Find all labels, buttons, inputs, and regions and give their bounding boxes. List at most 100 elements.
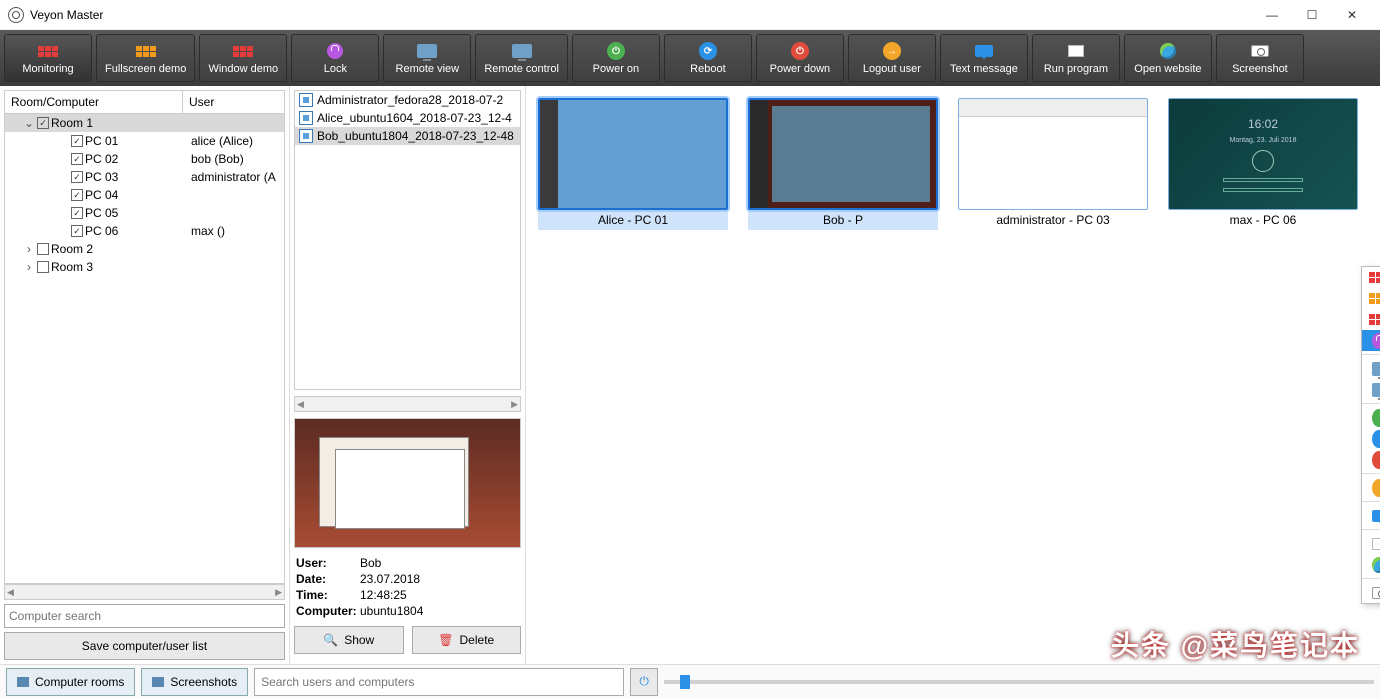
app-icon bbox=[8, 7, 24, 23]
lock-icon bbox=[324, 41, 346, 61]
tree-label: Room 2 bbox=[51, 242, 93, 256]
ctx-logout-user[interactable]: Logout user bbox=[1362, 477, 1380, 498]
global-search-input[interactable] bbox=[254, 668, 624, 696]
filelist-scroll-x[interactable]: ◀▶ bbox=[294, 396, 521, 412]
tree-row[interactable]: › Room 3 bbox=[5, 258, 284, 276]
computer-thumb[interactable]: Alice - PC 01 bbox=[538, 98, 728, 230]
checkbox[interactable]: ✓ bbox=[37, 117, 49, 129]
thumb-image[interactable] bbox=[958, 98, 1148, 210]
ctx-reboot[interactable]: Reboot bbox=[1362, 428, 1380, 449]
tree-label: PC 05 bbox=[85, 206, 118, 220]
separator bbox=[1362, 578, 1380, 579]
expander-icon[interactable]: › bbox=[23, 260, 35, 274]
delete-button[interactable]: 🗑Delete bbox=[412, 626, 522, 654]
checkbox[interactable]: ✓ bbox=[71, 171, 83, 183]
tool-fullscreen-demo[interactable]: Fullscreen demo bbox=[96, 34, 195, 82]
zoom-slider[interactable] bbox=[664, 680, 1374, 684]
camera-icon bbox=[152, 677, 164, 687]
checkbox[interactable] bbox=[37, 261, 49, 273]
thumb-image[interactable] bbox=[748, 98, 938, 210]
room-computer-panel: Room/Computer User ⌄ ✓ Room 1 ✓ PC 01 al… bbox=[0, 86, 290, 664]
tool-screenshot[interactable]: Screenshot bbox=[1216, 34, 1304, 82]
tiles-icon bbox=[1372, 292, 1380, 306]
search-icon: 🔍 bbox=[323, 633, 338, 647]
computer-search-input[interactable] bbox=[4, 604, 285, 628]
tree-row[interactable]: ✓ PC 05 bbox=[5, 204, 284, 222]
computer-thumb[interactable]: Bob - P bbox=[748, 98, 938, 230]
lock-icon bbox=[1372, 334, 1380, 348]
ctx-power-down[interactable]: Power down bbox=[1362, 449, 1380, 470]
ctx-screenshot[interactable]: Screenshot bbox=[1362, 582, 1380, 603]
tool-power-down[interactable]: ⏻Power down bbox=[756, 34, 844, 82]
thumb-image[interactable]: 16:02Montag, 23. Juli 2018 bbox=[1168, 98, 1358, 210]
tree-row[interactable]: ✓ PC 04 bbox=[5, 186, 284, 204]
save-list-button[interactable]: Save computer/user list bbox=[4, 632, 285, 660]
tree-label: Room 1 bbox=[51, 116, 93, 130]
ctx-remote-control[interactable]: Remote control bbox=[1362, 379, 1380, 400]
tool-monitoring[interactable]: Monitoring bbox=[4, 34, 92, 82]
maximize-button[interactable]: ☐ bbox=[1300, 3, 1324, 27]
thumb-caption: Alice - PC 01 bbox=[538, 210, 728, 230]
tree-row[interactable]: › Room 2 bbox=[5, 240, 284, 258]
tab-computer-rooms[interactable]: Computer rooms bbox=[6, 668, 135, 696]
tree-row[interactable]: ✓ PC 06 max () bbox=[5, 222, 284, 240]
checkbox[interactable]: ✓ bbox=[71, 189, 83, 201]
tool-remote-view[interactable]: Remote view bbox=[383, 34, 471, 82]
tree-user: bob (Bob) bbox=[187, 152, 284, 166]
minimize-button[interactable]: — bbox=[1260, 3, 1284, 27]
tree-row[interactable]: ✓ PC 01 alice (Alice) bbox=[5, 132, 284, 150]
tool-logout-user[interactable]: →Logout user bbox=[848, 34, 936, 82]
checkbox[interactable]: ✓ bbox=[71, 153, 83, 165]
computer-thumb[interactable]: 16:02Montag, 23. Juli 2018 max - PC 06 bbox=[1168, 98, 1358, 230]
file-row[interactable]: Alice_ubuntu1604_2018-07-23_12-4 bbox=[295, 109, 520, 127]
tree-row[interactable]: ⌄ ✓ Room 1 bbox=[5, 114, 284, 132]
ctx-window-demo[interactable]: Window demo bbox=[1362, 309, 1380, 330]
tool-open-website[interactable]: Open website bbox=[1124, 34, 1212, 82]
tool-reboot[interactable]: ⟳Reboot bbox=[664, 34, 752, 82]
thumb-caption: max - PC 06 bbox=[1168, 210, 1358, 230]
checkbox[interactable] bbox=[37, 243, 49, 255]
tool-text-message[interactable]: Text message bbox=[940, 34, 1028, 82]
tiles-icon bbox=[1372, 271, 1380, 285]
tool-remote-control[interactable]: Remote control bbox=[475, 34, 568, 82]
ctx-fullscreen-demo[interactable]: Fullscreen demo bbox=[1362, 288, 1380, 309]
titlebar: Veyon Master — ☐ ✕ bbox=[0, 0, 1380, 30]
tree-scroll-x[interactable]: ◀▶ bbox=[4, 584, 285, 600]
tree-label: PC 02 bbox=[85, 152, 118, 166]
expander-icon[interactable]: ⌄ bbox=[23, 116, 35, 130]
checkbox[interactable]: ✓ bbox=[71, 207, 83, 219]
file-row[interactable]: Bob_ubuntu1804_2018-07-23_12-48 bbox=[295, 127, 520, 145]
room-tree[interactable]: ⌄ ✓ Room 1 ✓ PC 01 alice (Alice) ✓ PC 02… bbox=[4, 114, 285, 584]
tree-row[interactable]: ✓ PC 03 administrator (A bbox=[5, 168, 284, 186]
ctx-power-on[interactable]: Power on bbox=[1362, 407, 1380, 428]
tree-col-user[interactable]: User bbox=[183, 91, 220, 113]
checkbox[interactable]: ✓ bbox=[71, 225, 83, 237]
tool-power-on[interactable]: ⏻Power on bbox=[572, 34, 660, 82]
computer-thumb[interactable]: administrator - PC 03 bbox=[958, 98, 1148, 230]
tab-screenshots[interactable]: Screenshots bbox=[141, 668, 248, 696]
power-button[interactable]: ⏻ bbox=[630, 668, 658, 696]
monitoring-view[interactable]: Alice - PC 01 Bob - P administrator - PC… bbox=[526, 86, 1380, 664]
ctx-text-message[interactable]: Text message bbox=[1362, 505, 1380, 526]
thumb-image[interactable] bbox=[538, 98, 728, 210]
checkbox[interactable]: ✓ bbox=[71, 135, 83, 147]
run-icon bbox=[1372, 537, 1380, 551]
tool-window-demo[interactable]: Window demo bbox=[199, 34, 287, 82]
ctx-remote-view[interactable]: Remote view bbox=[1362, 358, 1380, 379]
context-menu: MonitoringFullscreen demoWindow demoLock… bbox=[1361, 266, 1380, 604]
ctx-lock[interactable]: Lock bbox=[1362, 330, 1380, 351]
expander-icon[interactable]: › bbox=[23, 242, 35, 256]
circle-icon bbox=[1372, 411, 1380, 425]
ctx-open-website[interactable]: Open website bbox=[1362, 554, 1380, 575]
ctx-monitoring[interactable]: Monitoring bbox=[1362, 267, 1380, 288]
ctx-run-program[interactable]: Run program bbox=[1362, 533, 1380, 554]
close-button[interactable]: ✕ bbox=[1340, 3, 1364, 27]
file-row[interactable]: Administrator_fedora28_2018-07-2 bbox=[295, 91, 520, 109]
screenshot-list[interactable]: Administrator_fedora28_2018-07-2Alice_ub… bbox=[294, 90, 521, 390]
tool-run-program[interactable]: Run program bbox=[1032, 34, 1120, 82]
tree-col-room[interactable]: Room/Computer bbox=[5, 91, 183, 113]
tree-label: PC 06 bbox=[85, 224, 118, 238]
show-button[interactable]: 🔍Show bbox=[294, 626, 404, 654]
tool-lock[interactable]: Lock bbox=[291, 34, 379, 82]
tree-row[interactable]: ✓ PC 02 bob (Bob) bbox=[5, 150, 284, 168]
